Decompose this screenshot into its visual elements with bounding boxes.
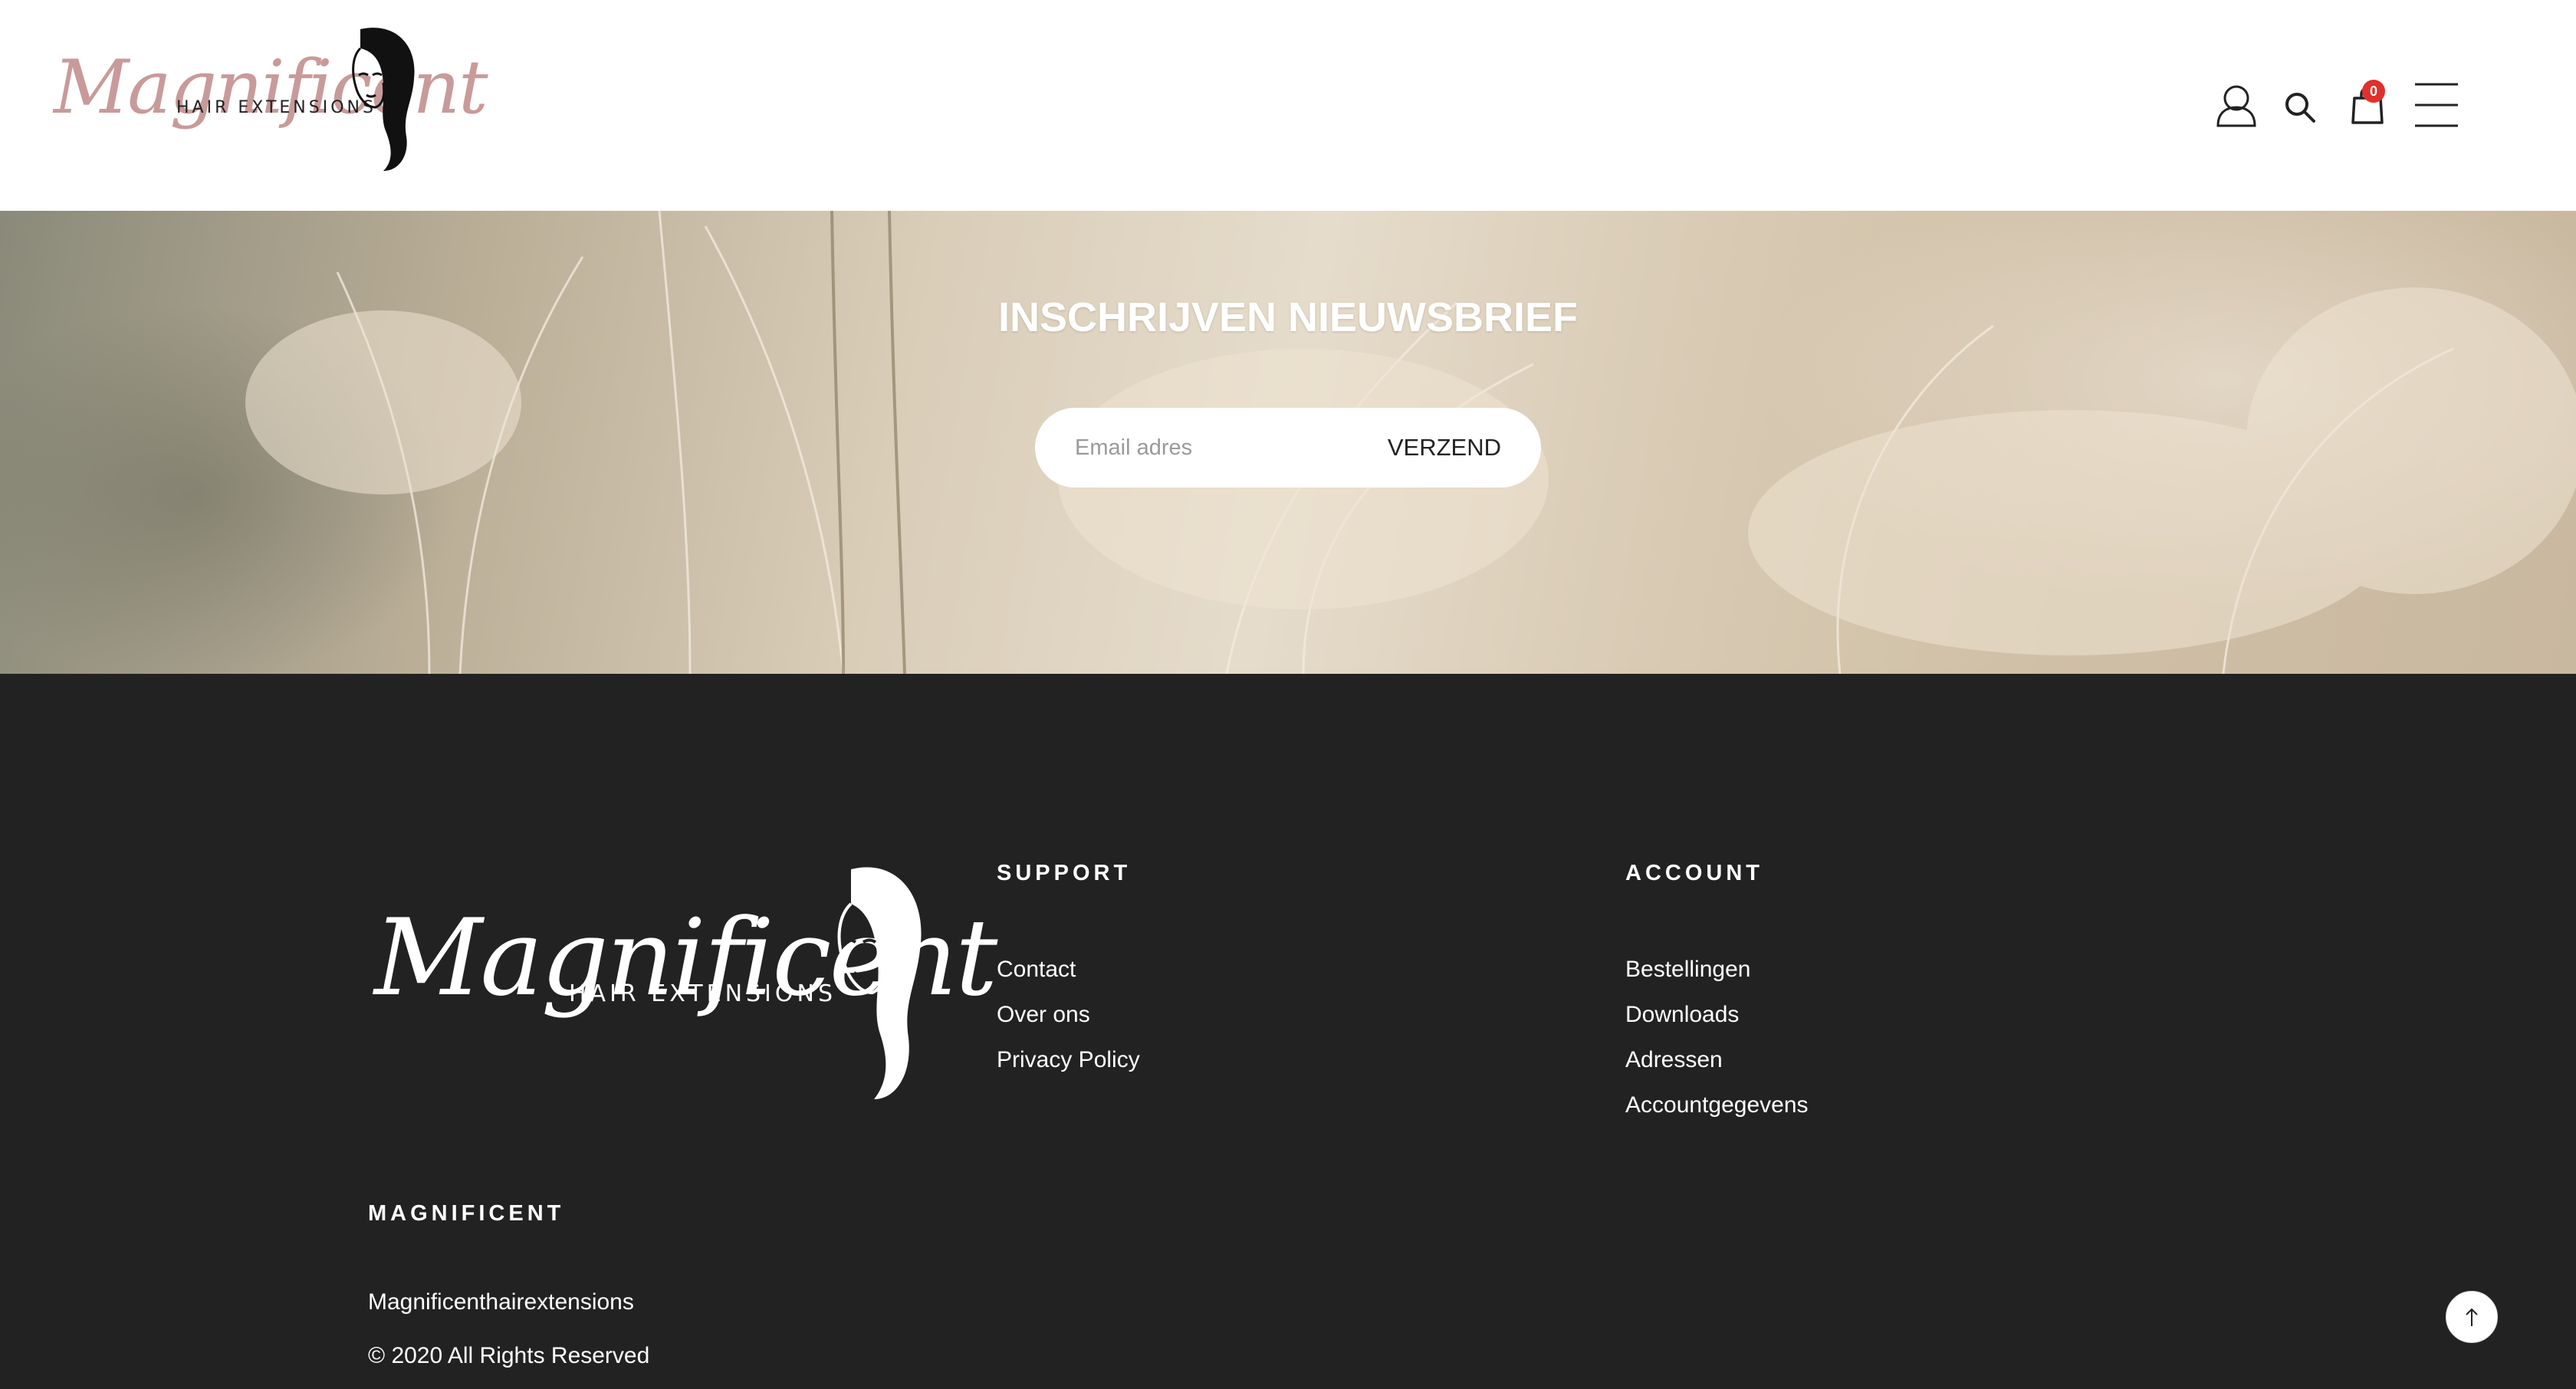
logo-script: Magnificent <box>54 44 488 130</box>
woman-face-logo-icon <box>352 28 415 172</box>
footer-account-column: ACCOUNT Bestellingen Downloads Adressen … <box>1625 861 1809 1138</box>
footer-link-contact[interactable]: Contact <box>997 957 1076 982</box>
footer-magnificent-heading: MAGNIFICENT <box>368 1201 565 1226</box>
newsletter-section: INSCHRIJVEN NIEUWSBRIEF VERZEND <box>0 211 2576 674</box>
user-icon[interactable] <box>2214 83 2259 129</box>
footer-logo-subtitle: HAIR EXTENSIONS <box>569 980 836 1007</box>
site-header: Magnificent HAIR EXTENSIONS 0 <box>0 0 2576 211</box>
footer-link-downloads[interactable]: Downloads <box>1625 1002 1739 1027</box>
site-footer: Magnificent HAIR EXTENSIONS SUPPORT Cont… <box>0 674 2576 1389</box>
footer-link-privacy-policy[interactable]: Privacy Policy <box>997 1047 1140 1072</box>
footer-copyright: © 2020 All Rights Reserved <box>368 1343 650 1368</box>
arrow-up-icon <box>2466 1308 2478 1326</box>
footer-logo: Magnificent HAIR EXTENSIONS <box>368 858 997 1111</box>
newsletter-submit-button[interactable]: VERZEND <box>1388 431 1501 465</box>
woman-face-logo-icon <box>837 867 922 1099</box>
email-input[interactable] <box>1075 431 1351 465</box>
scroll-to-top-button[interactable] <box>2446 1291 2498 1343</box>
hamburger-menu-icon[interactable] <box>2413 81 2459 129</box>
footer-site-name: Magnificenthairextensions <box>368 1289 634 1315</box>
footer-support-column: SUPPORT Contact Over ons Privacy Policy <box>997 861 1140 1092</box>
footer-support-links: Contact Over ons Privacy Policy <box>997 957 1140 1073</box>
header-logo[interactable]: Magnificent HAIR EXTENSIONS <box>54 21 488 175</box>
search-icon[interactable] <box>2283 90 2317 124</box>
footer-link-over-ons[interactable]: Over ons <box>997 1002 1090 1027</box>
newsletter-form: VERZEND <box>1035 408 1541 488</box>
newsletter-title: INSCHRIJVEN NIEUWSBRIEF <box>997 294 1579 340</box>
cart-count-badge: 0 <box>2362 80 2385 103</box>
footer-account-heading: ACCOUNT <box>1625 861 1763 885</box>
footer-support-heading: SUPPORT <box>997 861 1132 885</box>
footer-link-bestellingen[interactable]: Bestellingen <box>1625 957 1750 982</box>
footer-account-links: Bestellingen Downloads Adressen Accountg… <box>1625 957 1809 1118</box>
footer-link-accountgegevens[interactable]: Accountgegevens <box>1625 1092 1809 1118</box>
footer-link-adressen[interactable]: Adressen <box>1625 1047 1723 1072</box>
